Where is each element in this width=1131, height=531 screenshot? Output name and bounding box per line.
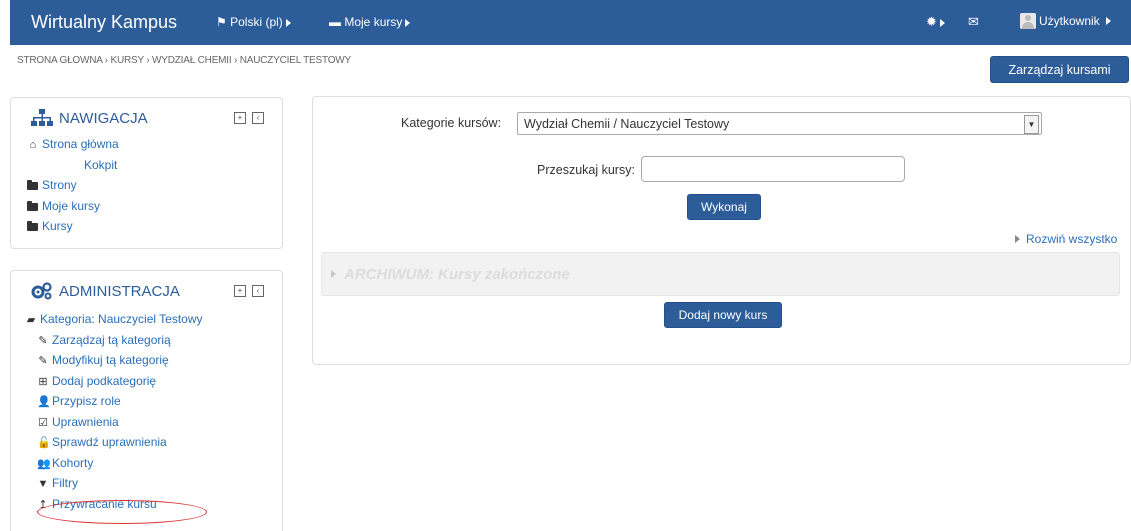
block-controls: + ‹: [234, 285, 264, 297]
user-plus-icon: 👤: [37, 396, 51, 408]
administration-block: ADMINISTRACJA + ‹ ▰ Kategoria: Nauczyciel…: [10, 270, 283, 531]
chevron-down-icon: ▼: [1024, 115, 1039, 134]
user-menu[interactable]: Użytkownik: [1020, 13, 1111, 29]
home-icon: ⌂: [29, 139, 37, 151]
folder-open-icon: ▰: [26, 314, 36, 326]
triangle-right-icon: [1015, 235, 1020, 243]
search-label: Przeszukaj kursy:: [537, 163, 635, 177]
nav-item-label: Moje kursy: [42, 198, 101, 213]
sitemap-icon: [31, 109, 53, 126]
restore-course-highlight: [37, 500, 207, 524]
admin-item-label: Kohorty: [52, 455, 94, 470]
language-label: Polski (pl): [230, 15, 283, 29]
gears-icon: [31, 282, 52, 300]
avatar: [1020, 13, 1036, 29]
breadcrumb[interactable]: STRONA GŁOWNA › KURSY › WYDZIAŁ CHEMII ›…: [17, 55, 351, 66]
admin-item-label: Zarządzaj tą kategorią: [52, 332, 171, 347]
settings-menu[interactable]: ✹: [926, 14, 945, 30]
nav-item-label: Kursy: [42, 219, 73, 233]
admin-item-filters[interactable]: ▼ Filtry: [25, 473, 203, 494]
folder-icon: [27, 200, 38, 211]
triangle-right-icon: [331, 270, 336, 278]
filter-icon: ▼: [37, 478, 49, 490]
users-icon: 👥: [37, 457, 51, 470]
caret-right-icon: [285, 18, 291, 27]
expand-all-link[interactable]: Rozwiń wszystko: [1015, 232, 1117, 246]
folder-icon: [27, 180, 38, 190]
administration-block-title: ADMINISTRACJA: [31, 282, 180, 300]
category-select-value: Wydział Chemii / Nauczyciel Testowy: [524, 117, 730, 131]
top-navbar: Wirtualny Kampus ⚑ Polski (pl) ▬ Moje ku…: [10, 0, 1131, 45]
nav-item-dashboard[interactable]: Kokpit: [27, 155, 119, 176]
collapse-icon[interactable]: ‹: [252, 285, 264, 297]
admin-item-edit-category[interactable]: ✎ Modyfikuj tą kategorię: [25, 350, 203, 371]
admin-item-label: Dodaj podkategorię: [52, 373, 157, 388]
nav-item-my-courses[interactable]: Moje kursy: [27, 196, 119, 217]
admin-item-manage-category[interactable]: ✎ Zarządzaj tą kategorią: [25, 330, 203, 351]
search-courses-input[interactable]: [641, 156, 905, 182]
admin-item-label: Filtry: [52, 476, 78, 490]
admin-item-label: Przypisz role: [52, 394, 121, 408]
language-menu[interactable]: ⚑ Polski (pl): [216, 15, 291, 29]
nav-item-home[interactable]: ⌂ Strona główna: [27, 134, 119, 155]
nav-item-label: Kokpit: [84, 157, 118, 172]
archive-category[interactable]: ARCHIWUM: Kursy zakończone: [321, 252, 1120, 296]
nav-item-label: Strona główna: [42, 137, 119, 151]
pencil-icon: ✎: [38, 355, 48, 367]
add-course-button[interactable]: Dodaj nowy kurs: [664, 302, 782, 328]
nav-item-courses[interactable]: Kursy: [27, 216, 119, 237]
admin-item-cohorts[interactable]: 👥Kohorty: [25, 453, 203, 474]
manage-courses-button[interactable]: Zarządzaj kursami: [990, 56, 1129, 83]
administration-tree: ▰ Kategoria: Nauczyciel Testowy ✎ Zarządza…: [25, 309, 203, 514]
navigation-block: NAWIGACJA + ‹ ⌂ Strona główna Kokpit Stro…: [10, 97, 283, 249]
unlock-icon: 🔓: [37, 437, 51, 449]
admin-item-add-subcategory[interactable]: ⊞ Dodaj podkategorię: [25, 371, 203, 392]
courses-icon: ▬: [329, 15, 341, 29]
navigation-block-title: NAWIGACJA: [31, 109, 148, 127]
site-brand-link[interactable]: Wirtualny Kampus: [31, 12, 177, 33]
caret-right-icon: [939, 18, 945, 27]
navigation-tree: ⌂ Strona główna Kokpit Strony Moje kursy …: [27, 134, 119, 237]
category-select[interactable]: Wydział Chemii / Nauczyciel Testowy ▼: [517, 112, 1042, 135]
admin-item-label: Sprawdź uprawnienia: [52, 435, 167, 449]
navigation-title: NAWIGACJA: [59, 109, 148, 127]
dock-icon[interactable]: +: [234, 112, 246, 124]
envelope-icon: ✉: [968, 14, 979, 29]
search-go-button[interactable]: Wykonaj: [687, 194, 761, 220]
gear-icon: ✹: [926, 14, 937, 29]
admin-category-label: Kategoria: Nauczyciel Testowy: [40, 312, 203, 326]
nav-item-pages[interactable]: Strony: [27, 175, 119, 196]
archive-category-title: ARCHIWUM: Kursy zakończone: [344, 266, 570, 283]
administration-title: ADMINISTRACJA: [59, 282, 180, 300]
nav-item-label: Strony: [42, 178, 77, 192]
block-controls: + ‹: [234, 112, 264, 124]
admin-item-label: Uprawnienia: [52, 414, 119, 429]
admin-item-label: Modyfikuj tą kategorię: [52, 353, 169, 367]
folder-icon: [27, 221, 38, 231]
admin-item-check-permissions[interactable]: 🔓Sprawdź uprawnienia: [25, 432, 203, 453]
my-courses-menu[interactable]: ▬ Moje kursy: [329, 15, 411, 29]
admin-item-permissions[interactable]: ☑ Uprawnienia: [25, 412, 203, 433]
caret-right-icon: [1105, 17, 1111, 25]
admin-item-assign-roles[interactable]: 👤Przypisz role: [25, 391, 203, 412]
messages-button[interactable]: ✉: [968, 14, 979, 30]
user-name: Użytkownik: [1039, 14, 1100, 28]
expand-all-label: Rozwiń wszystko: [1026, 232, 1118, 246]
collapse-icon[interactable]: ‹: [252, 112, 264, 124]
plus-square-icon: ⊞: [38, 375, 48, 388]
pencil-icon: ✎: [38, 334, 48, 347]
categories-label: Kategorie kursów:: [401, 116, 502, 130]
admin-category[interactable]: ▰ Kategoria: Nauczyciel Testowy: [25, 309, 203, 330]
caret-right-icon: [405, 18, 411, 27]
flag-icon: ⚑: [216, 15, 227, 29]
edit-icon: ☑: [38, 416, 48, 429]
dock-icon[interactable]: +: [234, 285, 246, 297]
my-courses-label: Moje kursy: [344, 15, 403, 29]
